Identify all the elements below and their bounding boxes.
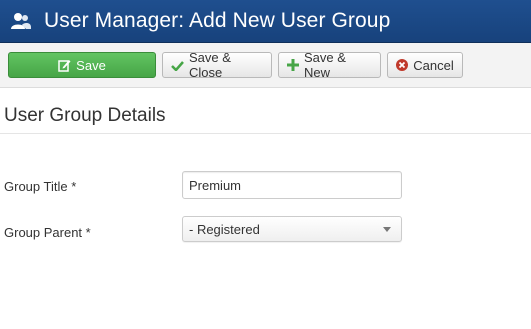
cancel-icon [396,59,409,71]
save-close-button-label: Save & Close [189,50,231,80]
save-button[interactable]: Save [8,52,156,78]
page-title: User Manager: Add New User Group [44,9,391,32]
edit-icon [58,59,71,72]
check-icon [171,60,184,71]
group-title-label: Group Title * [4,179,77,194]
group-parent-label: Group Parent * [4,225,91,240]
title-bar: User Manager: Add New User Group [0,0,531,43]
save-new-button-label: Save & New [304,50,346,80]
chevron-down-icon [383,226,391,232]
plus-icon [287,59,299,71]
section-title: User Group Details [0,88,531,134]
save-new-button[interactable]: Save & New [278,50,381,80]
cancel-button[interactable]: Cancel [387,52,463,78]
group-parent-value: - Registered [189,221,260,237]
group-title-input[interactable]: Premium [182,171,402,199]
group-title-value: Premium [189,177,242,193]
save-button-label: Save [76,57,106,73]
users-icon [10,12,32,30]
form: Group Title * Premium Group Parent * - R… [0,134,531,284]
group-parent-select[interactable]: - Registered [182,216,402,242]
save-close-button[interactable]: Save & Close [162,50,272,80]
toolbar: Save Save & Close Save & New Cancel [0,43,531,88]
cancel-button-label: Cancel [413,57,454,73]
